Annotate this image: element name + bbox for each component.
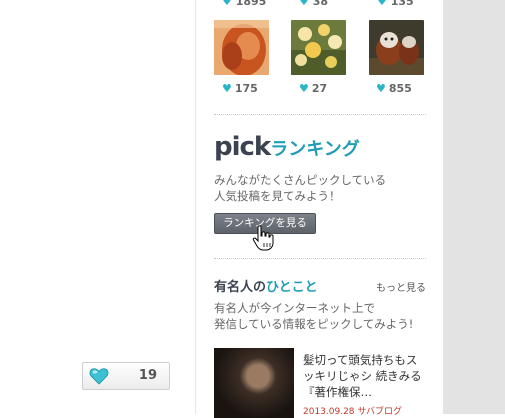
photo-thumbnail-3[interactable] xyxy=(369,20,424,75)
heart-icon: ♥ xyxy=(299,82,309,95)
celebrity-article-meta: 2013.09.28 サバブログ xyxy=(303,407,403,417)
see-more-link[interactable]: もっと見る xyxy=(376,279,426,294)
celebrity-description: 有名人が今インターネット上で 発信している情報をピックしてみよう! xyxy=(214,300,426,332)
like-count-value: 38 xyxy=(312,0,329,8)
photo-thumbnail-2[interactable] xyxy=(291,20,346,75)
heart-icon: ♥ xyxy=(377,0,387,8)
like-count-1: ♥ 175 xyxy=(222,82,258,95)
hand-pointer-cursor-icon xyxy=(252,225,274,251)
celebrity-title-prefix: 有名人の xyxy=(214,280,267,295)
like-count-top-1: ♥ 1895 xyxy=(222,0,266,8)
like-button[interactable]: 19 xyxy=(82,362,170,390)
like-count-value: 175 xyxy=(234,82,258,95)
divider xyxy=(214,258,426,259)
celebrity-article-thumbnail[interactable] xyxy=(214,348,294,418)
like-count-3: ♥ 855 xyxy=(376,82,412,95)
celebrity-title-accent: ひとこと xyxy=(266,280,318,295)
pick-logo-text: pick xyxy=(214,132,271,162)
divider xyxy=(214,114,426,115)
page-right-gutter xyxy=(442,0,505,414)
description-line: 有名人が今インターネット上で xyxy=(214,301,375,315)
like-count-top-3: ♥ 135 xyxy=(377,0,414,8)
description-line: 発信している情報をピックしてみよう! xyxy=(214,317,414,331)
heart-icon: ♥ xyxy=(376,82,386,95)
celebrity-section-title: 有名人のひとこと xyxy=(214,276,318,295)
ranking-heading: ランキング xyxy=(270,139,360,160)
like-count-2: ♥ 27 xyxy=(299,82,327,95)
pick-ranking-description: みんながたくさんピックしている 人気投稿を見てみよう！ xyxy=(214,172,426,204)
photo-thumbnail-1[interactable] xyxy=(214,20,269,75)
celebrity-article-text[interactable]: 髪切って頭気持ちもスッキリじゃシ 続きみる『著作権保… xyxy=(303,352,427,400)
sidebar: ♥ 1895 ♥ 38 ♥ 135 ♥ 175 ♥ 27 ♥ 855 pickラ… xyxy=(195,0,443,418)
description-line: みんながたくさんピックしている xyxy=(214,173,387,187)
like-count-value: 135 xyxy=(390,0,414,8)
pick-ranking-title: pickランキング xyxy=(214,132,360,162)
like-count-value: 19 xyxy=(138,368,157,383)
like-count-top-2: ♥ 38 xyxy=(299,0,328,8)
heart-icon xyxy=(89,368,109,385)
heart-icon: ♥ xyxy=(222,0,232,8)
red-panda-photo xyxy=(369,20,424,75)
like-count-value: 855 xyxy=(388,82,412,95)
description-line: 人気投稿を見てみよう！ xyxy=(214,189,341,203)
poppy-flowers-photo xyxy=(291,20,346,75)
like-count-value: 27 xyxy=(311,82,328,95)
heart-icon: ♥ xyxy=(222,82,232,95)
like-count-value: 1895 xyxy=(235,0,267,8)
heart-icon: ♥ xyxy=(299,0,309,8)
red-haired-woman-photo xyxy=(214,20,269,75)
top-like-row: ♥ 1895 ♥ 38 ♥ 135 xyxy=(214,0,426,9)
